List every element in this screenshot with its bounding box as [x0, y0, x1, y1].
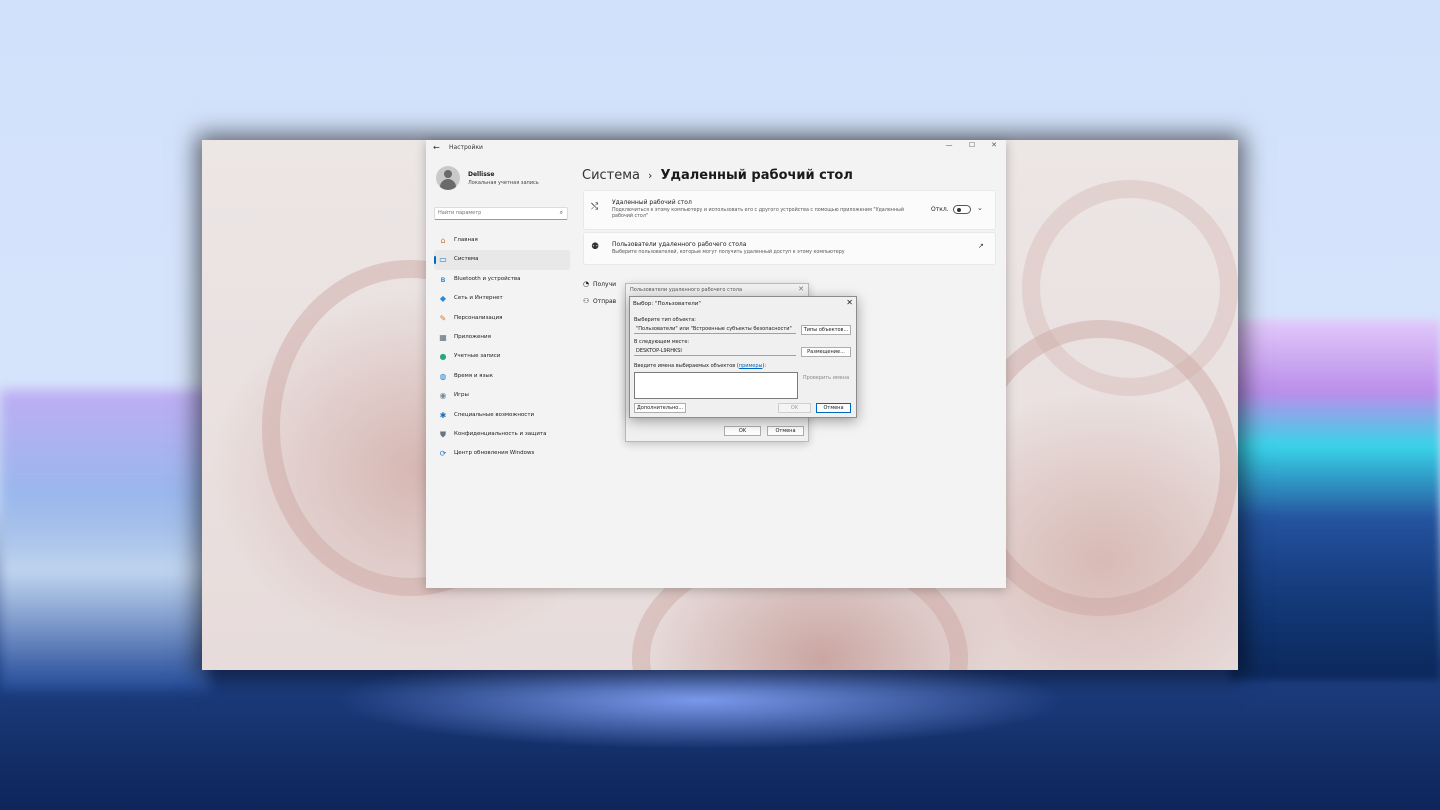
ok-button[interactable]: OK — [724, 426, 761, 436]
sidebar-item-system[interactable]: ▭ Система — [434, 250, 570, 270]
avatar-head — [444, 170, 452, 178]
sidebar-item-network[interactable]: ◆ Сеть и Интернет — [434, 289, 570, 308]
feedback-icon: ⚇ — [583, 297, 590, 305]
sidebar-item-label: Специальные возможности — [454, 411, 535, 418]
back-arrow-icon[interactable]: ← — [433, 143, 440, 152]
remote-desktop-icon: ⤭ — [591, 202, 599, 212]
users-icon: ⚉ — [591, 242, 600, 252]
apps-icon: ▦ — [439, 332, 447, 342]
object-type-field: "Пользователи" или "Встроенные субъекты … — [634, 325, 796, 334]
sidebar-item-gaming[interactable]: ◉ Игры — [434, 386, 570, 405]
title-bar: ← Настройки — ☐ ✕ — [426, 140, 1006, 156]
sidebar-item-home[interactable]: ⌂ Главная — [434, 231, 570, 250]
sidebar-item-personalization[interactable]: ✎ Персонализация — [434, 309, 570, 328]
app-title: Настройки — [449, 144, 483, 151]
home-icon: ⌂ — [440, 236, 446, 245]
related-link-label: Отправ — [593, 298, 617, 305]
sidebar-item-apps[interactable]: ▦ Приложения — [434, 328, 570, 347]
close-icon[interactable]: ✕ — [798, 285, 804, 293]
remote-desktop-card[interactable]: ⤭ Удаленный рабочий стол Подключиться к … — [583, 190, 996, 230]
sidebar-item-label: Система — [454, 256, 479, 263]
examples-link[interactable]: примеры — [739, 363, 763, 369]
external-link-icon: ↗ — [978, 242, 984, 250]
breadcrumb: Система › Удаленный рабочий стол — [582, 164, 853, 183]
close-button[interactable]: ✕ — [985, 141, 1003, 149]
related-link-get-help[interactable]: ◔ Получи — [583, 280, 616, 288]
sidebar-item-label: Bluetooth и устройства — [454, 275, 521, 282]
related-link-label: Получи — [593, 281, 617, 288]
monitor-icon: ▭ — [439, 255, 447, 265]
update-icon: ⟳ — [439, 449, 447, 459]
locations-button[interactable]: Размещение... — [801, 347, 851, 357]
shield-icon: ⛊ — [440, 429, 446, 439]
bluetooth-icon: ʙ — [440, 274, 446, 284]
avatar — [436, 166, 460, 190]
background-glow-right — [1230, 320, 1440, 680]
sidebar-item-accessibility[interactable]: ✱ Специальные возможности — [434, 406, 570, 425]
sidebar-item-label: Центр обновления Windows — [454, 450, 535, 457]
sidebar-item-label: Учетные записи — [454, 353, 501, 360]
remote-desktop-users-card[interactable]: ⚉ Пользователи удаленного рабочего стола… — [583, 232, 996, 265]
search-box[interactable]: ⌕ — [434, 207, 568, 220]
sidebar-item-label: Сеть и Интернет — [454, 295, 503, 302]
toggle-state-label: Откл. — [931, 206, 949, 213]
avatar-body — [440, 179, 456, 190]
toggle-knob — [957, 208, 961, 212]
sidebar-item-accounts[interactable]: ● Учетные записи — [434, 347, 570, 366]
close-icon[interactable]: ✕ — [846, 298, 853, 307]
ok-button[interactable]: OK — [778, 403, 811, 413]
page-title: Удаленный рабочий стол — [660, 168, 853, 183]
sidebar-item-label: Время и язык — [454, 372, 494, 379]
chevron-down-icon[interactable]: ⌄ — [977, 204, 983, 212]
brush-icon: ✎ — [439, 313, 447, 323]
remote-users-description: Выберите пользователей, которые могут по… — [612, 250, 845, 255]
gamepad-icon: ◉ — [439, 391, 447, 401]
related-link-feedback[interactable]: ⚇ Отправ — [583, 297, 616, 305]
cancel-button[interactable]: Отмена — [767, 426, 804, 436]
check-names-button[interactable]: Проверить имена — [801, 373, 851, 383]
select-users-dialog: Выбор: "Пользователи" ✕ Выберите тип объ… — [629, 296, 857, 418]
maximize-button[interactable]: ☐ — [963, 141, 981, 149]
object-names-input[interactable] — [634, 372, 798, 399]
location-field: DESKTOP-L9RHKSI — [634, 347, 796, 356]
advanced-button[interactable]: Дополнительно... — [634, 403, 686, 413]
sidebar-item-windows-update[interactable]: ⟳ Центр обновления Windows — [434, 444, 570, 463]
object-types-button[interactable]: Типы объектов... — [801, 325, 851, 335]
object-type-label: Выберите тип объекта: — [634, 317, 696, 323]
sidebar-nav: ⌂ Главная ▭ Система ʙ Bluetooth и устрой… — [434, 231, 570, 464]
breadcrumb-parent[interactable]: Система — [582, 168, 640, 183]
sidebar-item-bluetooth[interactable]: ʙ Bluetooth и устройства — [434, 270, 570, 289]
breadcrumb-chevron-icon: › — [648, 169, 653, 182]
location-label: В следующем месте: — [634, 339, 690, 345]
dialog-title: Пользователи удаленного рабочего стола — [630, 287, 743, 293]
names-label-end: ): — [762, 363, 767, 369]
names-label: Введите имена выбираемых объектов (приме… — [634, 363, 766, 369]
search-input[interactable] — [438, 210, 548, 216]
user-account-type: Локальная учетная запись — [468, 180, 539, 186]
minimize-button[interactable]: — — [940, 141, 958, 149]
sidebar-item-label: Главная — [454, 237, 478, 243]
remote-desktop-title: Удаленный рабочий стол — [612, 199, 692, 206]
wifi-icon: ◆ — [439, 294, 447, 304]
account-icon: ● — [439, 352, 447, 362]
user-name: Dellisse — [468, 171, 495, 178]
dialog-title: Выбор: "Пользователи" — [633, 301, 701, 307]
sidebar-item-privacy[interactable]: ⛊ Конфиденциальность и защита — [434, 425, 570, 444]
background-glow-left — [0, 390, 210, 690]
help-icon: ◔ — [583, 280, 590, 288]
names-label-text: Введите имена выбираемых объектов ( — [634, 363, 739, 369]
sidebar-item-time-language[interactable]: ◍ Время и язык — [434, 367, 570, 386]
sidebar-item-label: Конфиденциальность и защита — [454, 430, 547, 437]
sidebar-item-label: Игры — [454, 392, 469, 399]
remote-desktop-description: Подключиться к этому компьютеру и исполь… — [612, 208, 904, 219]
globe-icon: ◍ — [439, 371, 447, 381]
sidebar-item-label: Приложения — [454, 333, 491, 340]
search-icon[interactable]: ⌕ — [560, 209, 563, 217]
remote-users-title: Пользователи удаленного рабочего стола — [612, 241, 747, 248]
cancel-button[interactable]: Отмена — [816, 403, 851, 413]
sidebar-item-label: Персонализация — [454, 314, 503, 321]
remote-desktop-toggle[interactable] — [953, 205, 971, 214]
wallpaper-petal — [1022, 180, 1238, 396]
accessibility-icon: ✱ — [439, 410, 447, 420]
